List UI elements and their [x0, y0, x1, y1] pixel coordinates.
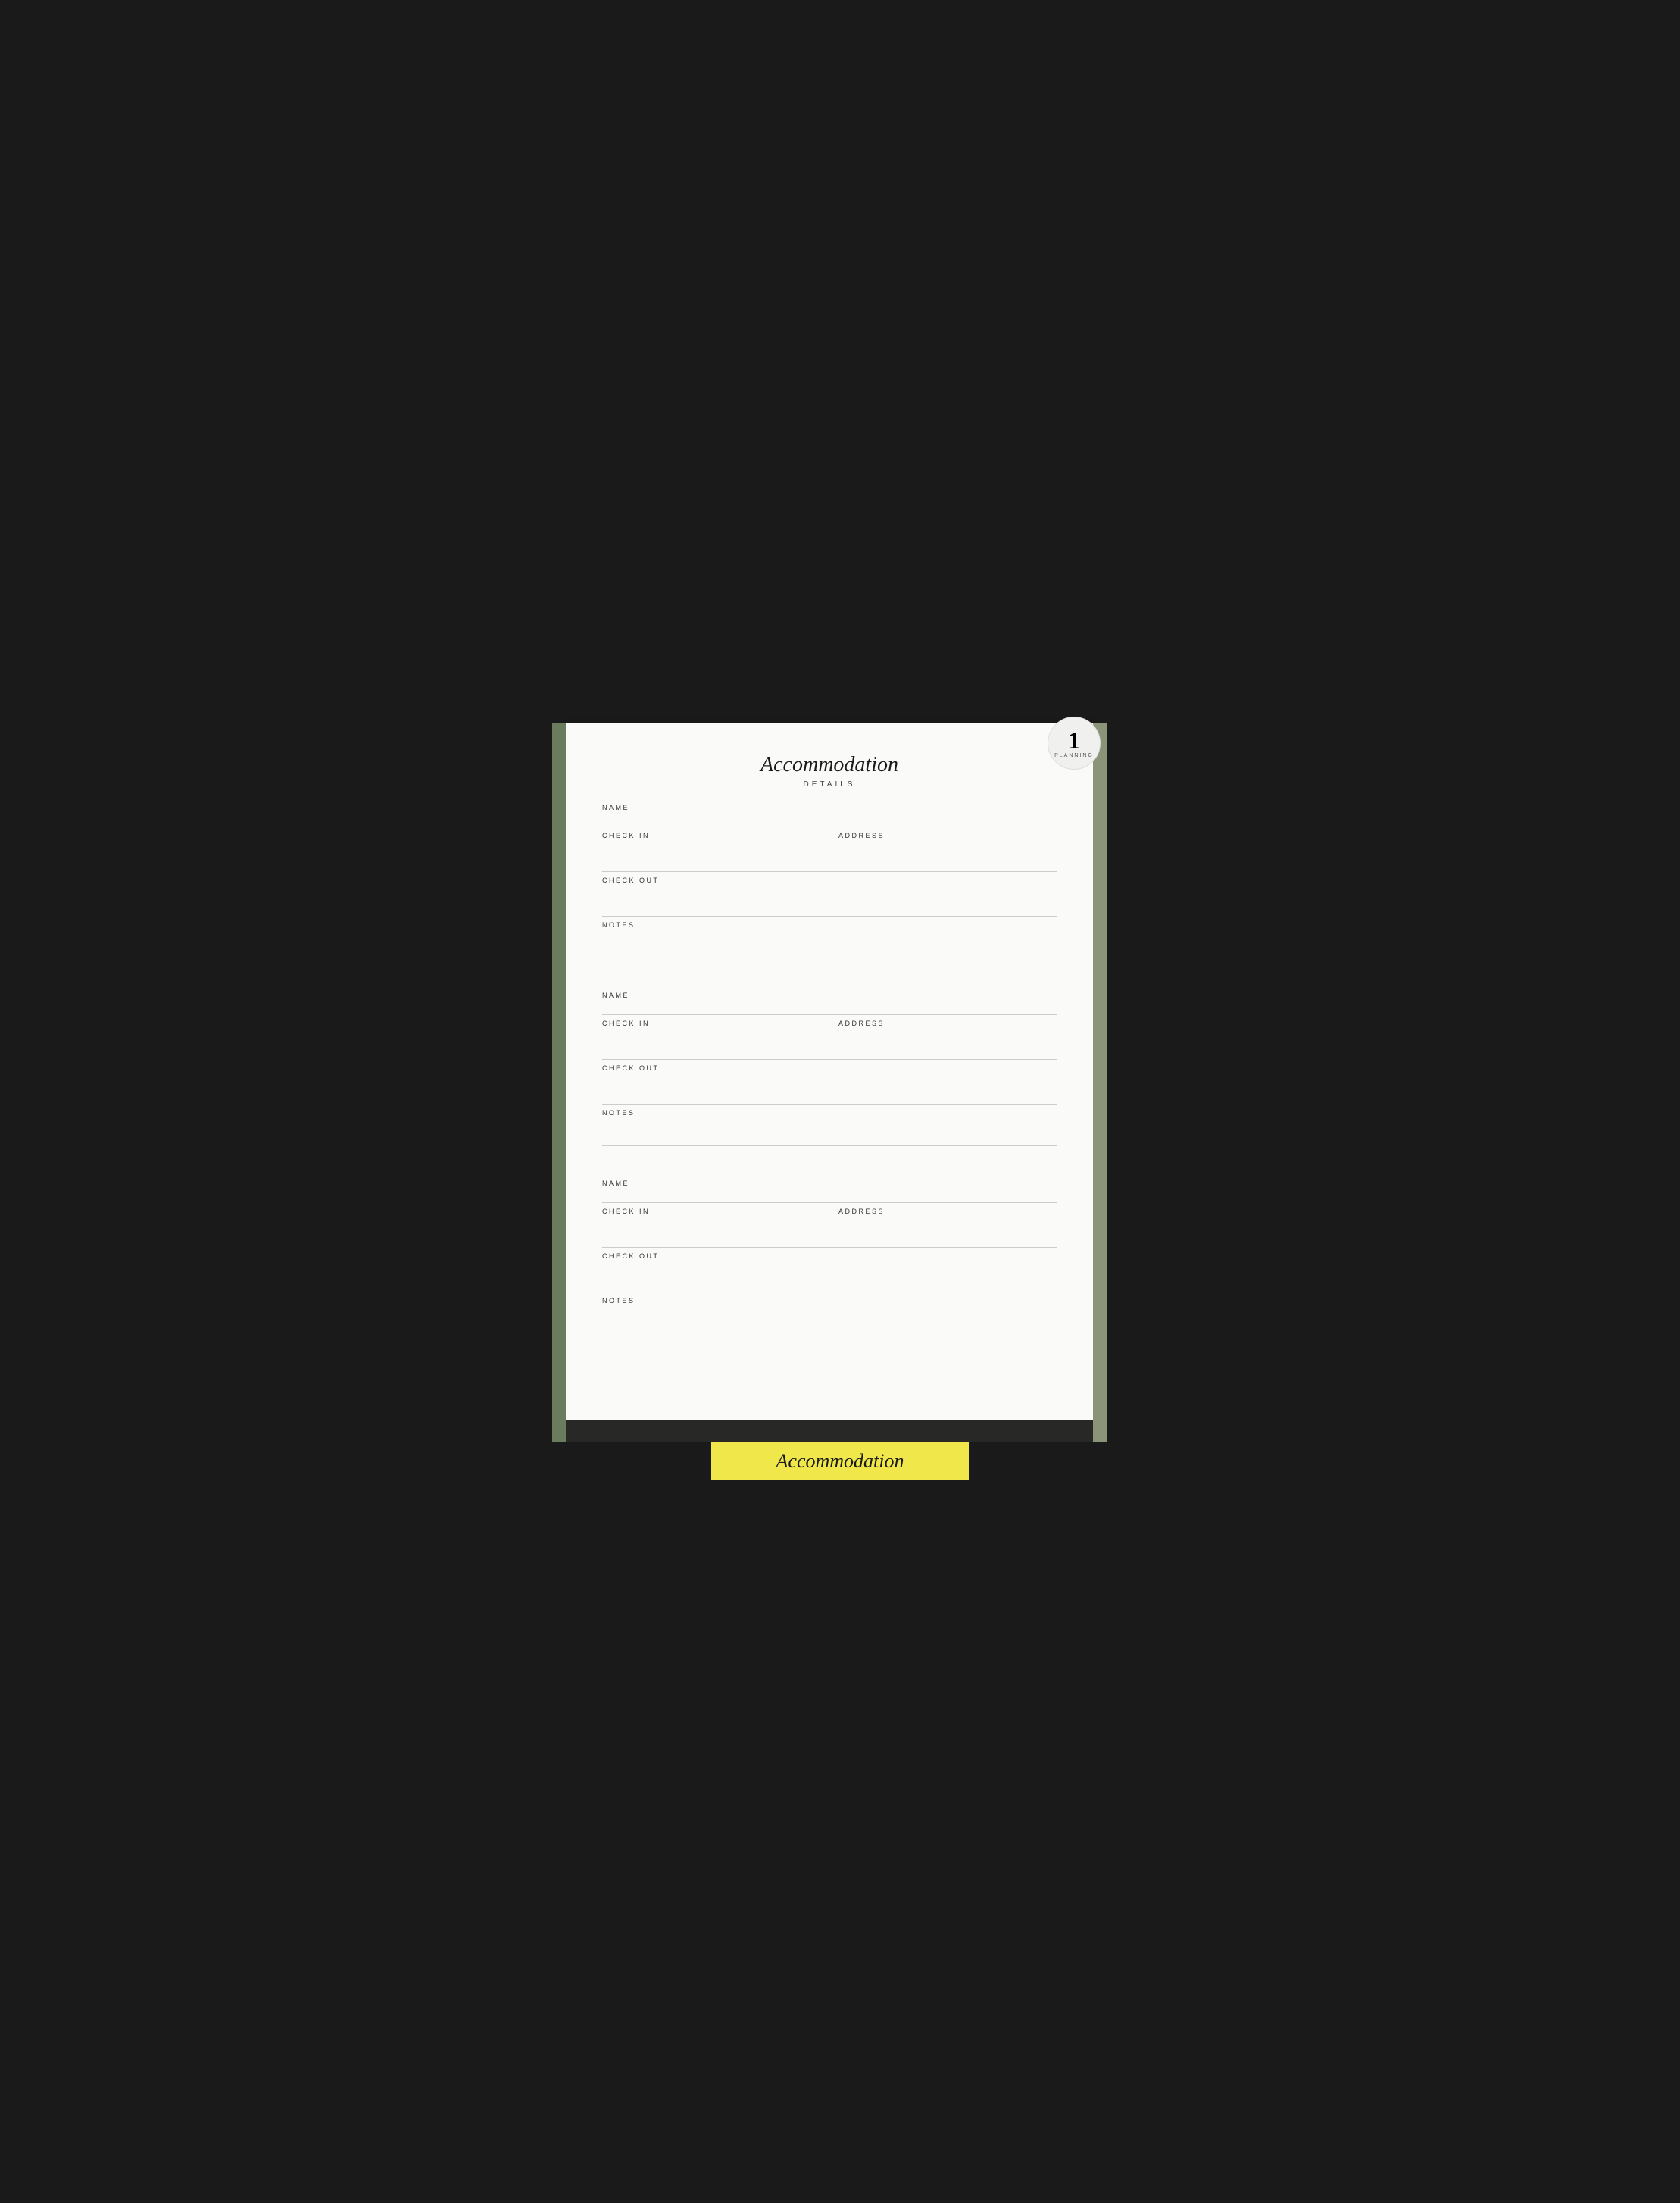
accommodation-entry-1: NAME CHECK IN ADDRESS CHECK OUT	[602, 804, 1057, 958]
address-label-3: ADDRESS	[838, 1208, 1057, 1215]
divider-2	[602, 1161, 1057, 1180]
name-label-2: NAME	[602, 992, 1057, 999]
checkout-row-1: CHECK OUT	[602, 872, 1057, 917]
checkout-address-filler-1	[829, 872, 1057, 916]
notes-label-3: NOTES	[602, 1297, 1057, 1305]
checkin-label-2: CHECK IN	[602, 1020, 829, 1027]
book-container: 1 PLANNING Accommodation DETAILS NAME CH…	[552, 723, 1128, 1442]
bottom-tab: Accommodation	[711, 1442, 969, 1480]
divider-1	[602, 973, 1057, 992]
address-col-2: ADDRESS	[829, 1015, 1057, 1059]
address-label-2: ADDRESS	[838, 1020, 1057, 1027]
notes-row-2: NOTES	[602, 1105, 1057, 1146]
notes-label-1: NOTES	[602, 921, 1057, 929]
checkin-label-3: CHECK IN	[602, 1208, 829, 1215]
page-number: 1	[1068, 728, 1080, 752]
notes-row-3: NOTES	[602, 1292, 1057, 1312]
spine-left	[552, 723, 566, 1442]
name-row-1: NAME	[602, 804, 1057, 827]
page-subtitle: DETAILS	[602, 780, 1057, 789]
notes-label-2: NOTES	[602, 1109, 1057, 1117]
checkout-col-2: CHECK OUT	[602, 1060, 829, 1104]
page-shadow	[566, 1420, 1093, 1442]
name-label-1: NAME	[602, 804, 1057, 811]
page-wrapper: 1 PLANNING Accommodation DETAILS NAME CH…	[552, 723, 1128, 1480]
checkout-label-1: CHECK OUT	[602, 877, 829, 884]
address-col-1: ADDRESS	[829, 827, 1057, 871]
accommodation-entry-2: NAME CHECK IN ADDRESS CHECK OUT	[602, 992, 1057, 1146]
address-label-1: ADDRESS	[838, 832, 1057, 839]
checkin-address-row-2: CHECK IN ADDRESS	[602, 1015, 1057, 1060]
name-label-3: NAME	[602, 1180, 1057, 1187]
checkout-label-2: CHECK OUT	[602, 1064, 829, 1072]
checkin-col-3: CHECK IN	[602, 1203, 829, 1247]
checkin-label-1: CHECK IN	[602, 832, 829, 839]
checkout-label-3: CHECK OUT	[602, 1252, 829, 1260]
checkout-col-3: CHECK OUT	[602, 1248, 829, 1292]
name-row-2: NAME	[602, 992, 1057, 1015]
address-col-3: ADDRESS	[829, 1203, 1057, 1247]
bottom-tab-title: Accommodation	[776, 1450, 904, 1472]
checkout-row-2: CHECK OUT	[602, 1060, 1057, 1105]
checkin-address-row-3: CHECK IN ADDRESS	[602, 1203, 1057, 1248]
planning-label: PLANNING	[1054, 753, 1094, 758]
checkout-address-filler-3	[829, 1248, 1057, 1292]
page-number-badge: 1 PLANNING	[1048, 717, 1101, 770]
page-title: Accommodation	[602, 753, 1057, 777]
spine-right	[1093, 723, 1107, 1442]
checkin-address-row-1: CHECK IN ADDRESS	[602, 827, 1057, 872]
accommodation-entry-3: NAME CHECK IN ADDRESS CHECK OUT	[602, 1180, 1057, 1312]
page: 1 PLANNING Accommodation DETAILS NAME CH…	[566, 723, 1093, 1420]
checkout-row-3: CHECK OUT	[602, 1248, 1057, 1292]
notes-row-1: NOTES	[602, 917, 1057, 958]
checkin-col-2: CHECK IN	[602, 1015, 829, 1059]
checkin-col-1: CHECK IN	[602, 827, 829, 871]
name-row-3: NAME	[602, 1180, 1057, 1203]
checkout-col-1: CHECK OUT	[602, 872, 829, 916]
checkout-address-filler-2	[829, 1060, 1057, 1104]
